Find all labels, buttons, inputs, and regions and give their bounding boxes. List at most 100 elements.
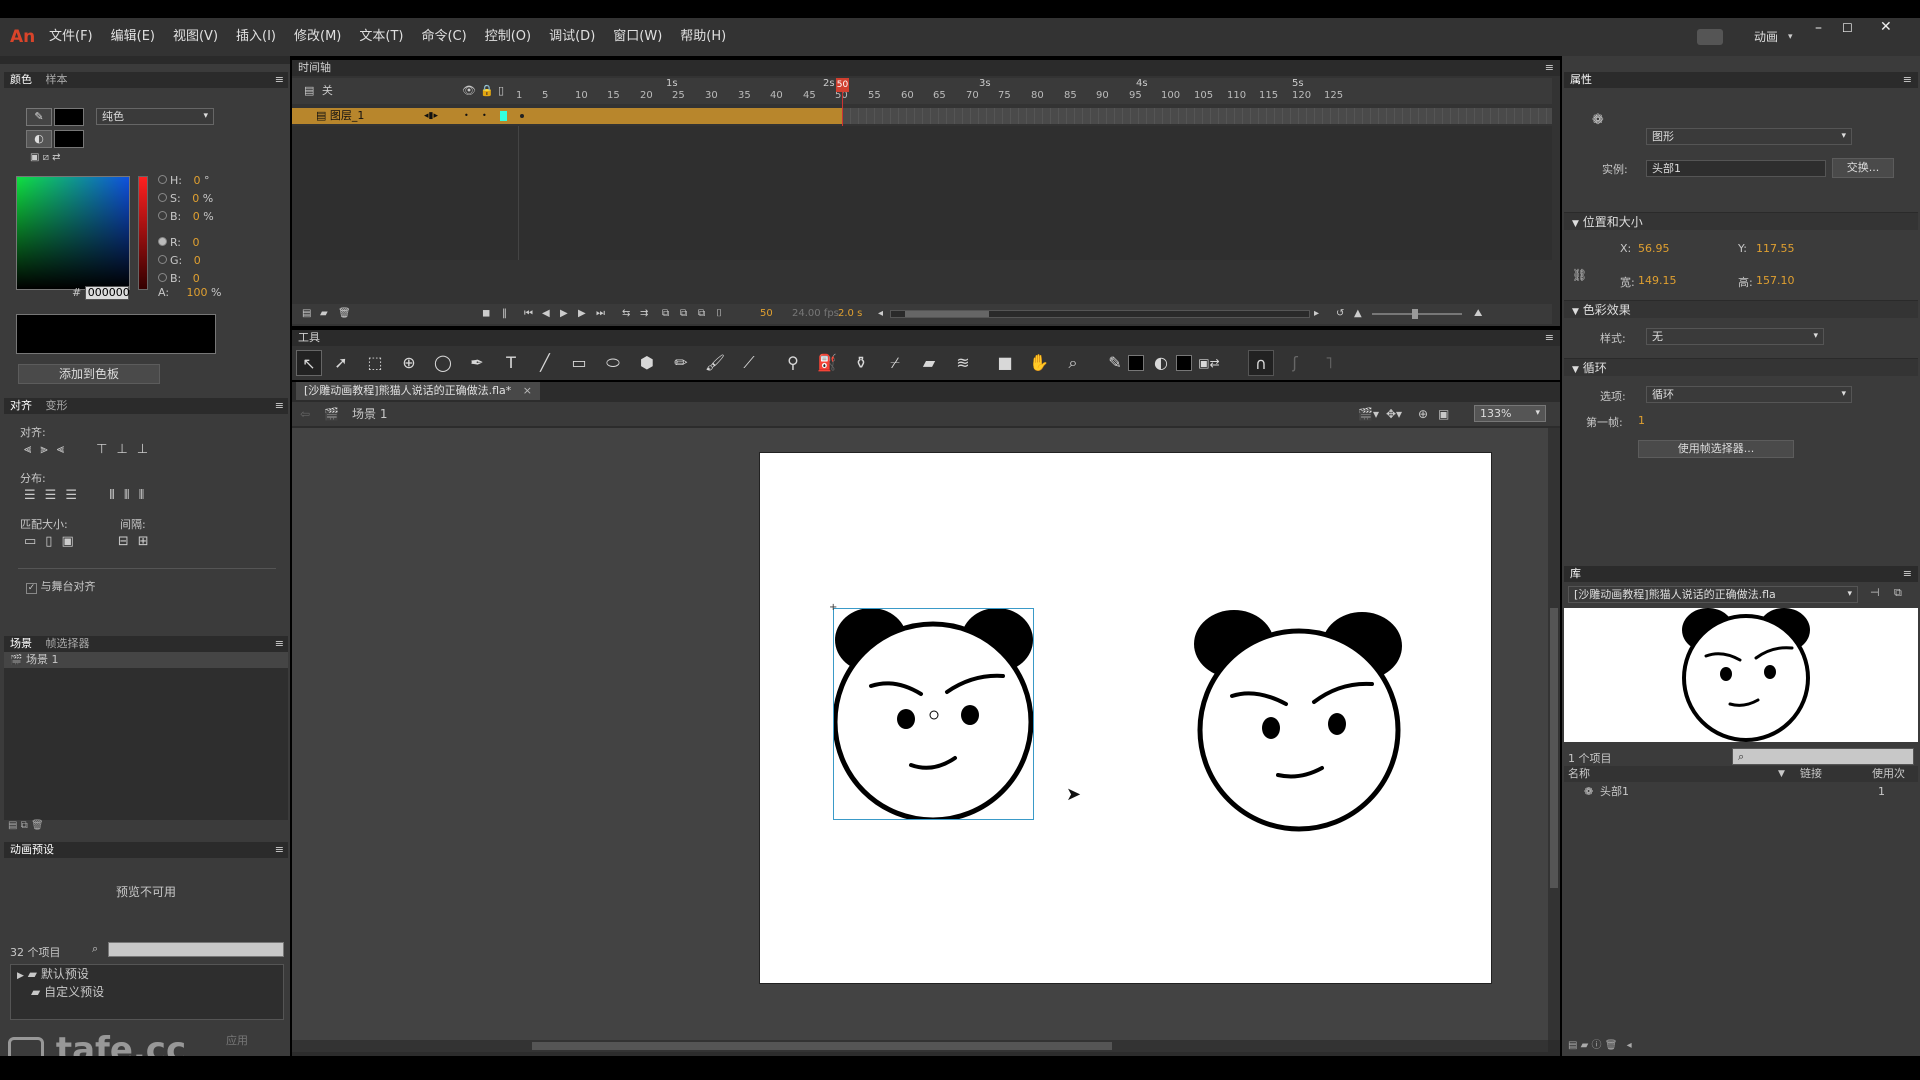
stage[interactable]: + <box>759 452 1492 984</box>
paint-bucket-icon[interactable]: ⛽ <box>814 350 840 376</box>
h-scroll-right-icon[interactable]: ▸ <box>1314 304 1319 324</box>
center-stage-icon[interactable]: ⊕ <box>1418 402 1428 426</box>
rgb-value[interactable]: 0 <box>194 254 201 267</box>
panda-head-instance[interactable] <box>1192 610 1406 832</box>
alpha-value[interactable]: 100 <box>187 286 208 299</box>
space-vertical-icon[interactable]: ⊟ <box>118 534 138 549</box>
swap-colors-tool-icon[interactable]: ▣⇄ <box>1196 350 1222 376</box>
fill-swatch[interactable] <box>1176 355 1192 371</box>
center-frame-icon[interactable]: ⇉ <box>640 304 648 324</box>
hsb-value[interactable]: 0 <box>193 174 200 187</box>
empty-frames[interactable] <box>842 108 1552 124</box>
paint-brush-icon[interactable]: 🖌 <box>702 350 728 376</box>
delete-layer-icon[interactable]: 🗑 <box>338 304 351 324</box>
lasso-icon[interactable]: ◯ <box>430 350 456 376</box>
fill-color-swatch[interactable] <box>54 130 84 148</box>
radio-icon[interactable] <box>158 175 167 184</box>
tab-frame-picker[interactable]: 帧选择器 <box>46 637 90 650</box>
col-name[interactable]: 名称 <box>1568 766 1590 782</box>
panel-menu-icon[interactable]: ≡ <box>275 398 284 414</box>
col-use-count[interactable]: 使用次 <box>1872 766 1905 782</box>
stage-h-scrollbar[interactable] <box>292 1040 1548 1052</box>
swap-colors-icon[interactable]: ▣ ⧄ ⇄ <box>30 152 61 163</box>
radio-icon[interactable] <box>158 211 167 220</box>
onion-outline-icon[interactable]: ⧉ <box>680 304 687 324</box>
menu-item[interactable]: 视图(V) <box>164 18 227 56</box>
back-arrow-icon[interactable]: ⇦ <box>300 402 310 426</box>
radio-icon[interactable] <box>158 273 167 282</box>
menu-item[interactable]: 调试(D) <box>540 18 604 56</box>
panda-head-instance-selected[interactable]: + <box>829 602 1034 823</box>
step-forward-icon[interactable]: ▶ <box>578 304 586 324</box>
smooth-icon[interactable]: ʃ <box>1282 350 1308 376</box>
show-hide-icon[interactable]: 👁 <box>462 78 476 104</box>
workspace-switcher[interactable]: 动画 <box>1754 18 1778 56</box>
panel-menu-icon[interactable]: ≡ <box>1545 60 1554 76</box>
apply-preset-button[interactable]: 应用 <box>204 1032 270 1050</box>
tab-scene[interactable]: 场景 <box>10 637 32 650</box>
layer-row[interactable]: ▤ 图层_1 ◂▮▸ • • <box>292 108 518 124</box>
subselection-tool-icon[interactable]: ➚ <box>328 350 354 376</box>
edit-symbol-icon[interactable]: ✥▾ <box>1386 402 1402 426</box>
maximize-icon[interactable]: ☐ <box>1842 21 1853 35</box>
new-library-icon[interactable]: ⧉ <box>1894 586 1902 600</box>
layer-color-box[interactable] <box>500 111 507 121</box>
instance-name-field[interactable]: 头部1 <box>1646 160 1826 177</box>
distribute-top-icon[interactable]: ☰ <box>24 488 45 503</box>
use-frame-picker-button[interactable]: 使用帧选择器... <box>1638 440 1794 458</box>
edit-multiple-icon[interactable]: ⧉ <box>698 304 705 324</box>
distribute-right-icon[interactable]: ⦀ <box>139 488 154 503</box>
align-left-icon[interactable]: ⫷ <box>24 442 40 457</box>
delete-scene-icon[interactable]: 🗑 <box>31 820 44 831</box>
align-hcenter-icon[interactable]: ⫸ <box>40 442 56 457</box>
loop-section[interactable]: ▼ 循环 <box>1564 358 1918 376</box>
instance-type-select[interactable]: 图形 ▾ <box>1646 128 1852 145</box>
outline-icon[interactable]: ▯ <box>498 78 504 104</box>
new-folder-icon[interactable]: ▰ <box>1581 1040 1589 1051</box>
stroke-swatch[interactable] <box>1128 355 1144 371</box>
sort-chevron-icon[interactable]: ▼ <box>1778 766 1785 782</box>
rgb-value[interactable]: 0 <box>193 236 200 249</box>
match-width-icon[interactable]: ▭ <box>24 534 45 549</box>
panel-menu-icon[interactable]: ≡ <box>275 636 284 652</box>
menu-item[interactable]: 插入(I) <box>227 18 285 56</box>
library-item[interactable]: ❁ 头部1 1 <box>1564 784 1918 800</box>
tab-transform[interactable]: 变形 <box>46 399 68 412</box>
minimize-icon[interactable]: – <box>1815 20 1822 36</box>
radio-icon[interactable] <box>158 255 167 264</box>
zoom-select[interactable]: 133% ▾ <box>1474 405 1546 422</box>
distribute-vcenter-icon[interactable]: ☰ <box>45 488 66 503</box>
frame-ruler[interactable]: 1510152025303540455055606570758085909510… <box>516 78 1552 104</box>
radio-icon[interactable] <box>158 193 167 202</box>
duplicate-scene-icon[interactable]: ⧉ <box>21 820 28 831</box>
hand-tool-icon[interactable]: ✋ <box>1026 350 1052 376</box>
ink-bottle-icon[interactable]: ⚱ <box>848 350 874 376</box>
preset-search-input[interactable] <box>108 942 284 957</box>
width-value[interactable]: 149.15 <box>1638 274 1677 287</box>
pause-icon[interactable]: ‖ <box>502 304 507 324</box>
scene-list-item[interactable]: 🎬 场景 1 <box>4 652 288 668</box>
fill-color-tool-icon[interactable]: ◐ <box>1148 350 1174 376</box>
y-value[interactable]: 117.55 <box>1756 242 1795 255</box>
step-back-icon[interactable]: ◀ <box>542 304 550 324</box>
color-effect-section[interactable]: ▼ 色彩效果 <box>1564 300 1918 318</box>
menu-item[interactable]: 修改(M) <box>285 18 350 56</box>
distribute-bottom-icon[interactable]: ☰ <box>65 488 86 503</box>
delete-icon[interactable]: 🗑 <box>1605 1040 1618 1051</box>
distribute-left-icon[interactable]: ⦀ <box>109 488 124 503</box>
distribute-hcenter-icon[interactable]: ⦀ <box>124 488 139 503</box>
goto-last-icon[interactable]: ⏭ <box>596 304 605 324</box>
rectangle-tool-icon[interactable]: ▭ <box>566 350 592 376</box>
menu-item[interactable]: 控制(O) <box>476 18 540 56</box>
preset-search-icon[interactable]: ⌕ <box>92 942 98 956</box>
layer-frames[interactable] <box>518 108 842 124</box>
menu-item[interactable]: 文本(T) <box>350 18 412 56</box>
menu-item[interactable]: 编辑(E) <box>102 18 164 56</box>
preset-folder-default[interactable]: ▶ ▰ 默认预设 <box>11 965 283 983</box>
align-right-icon[interactable]: ⫷ <box>57 442 73 457</box>
camera-tool-icon[interactable]: ■ <box>992 350 1018 376</box>
fill-type-select[interactable]: 纯色 ▾ <box>96 108 214 125</box>
eraser-icon[interactable]: ▰ <box>916 350 942 376</box>
match-height-icon[interactable]: ▯ <box>45 534 61 549</box>
loop-icon[interactable]: ⇆ <box>622 304 630 324</box>
